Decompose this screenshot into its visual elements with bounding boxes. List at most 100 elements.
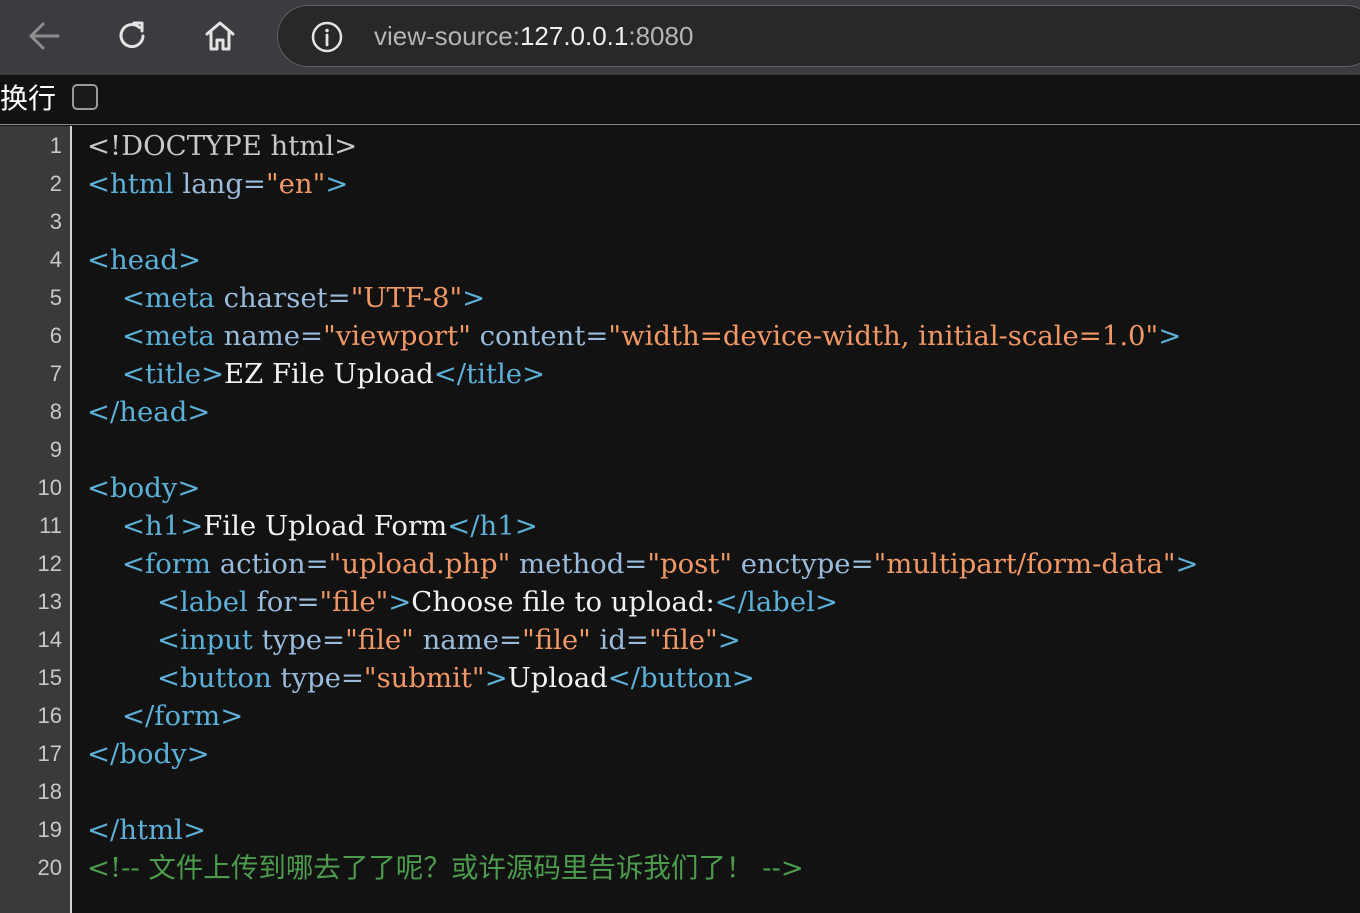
code-token-tag: > bbox=[462, 282, 486, 314]
back-button[interactable] bbox=[20, 12, 68, 60]
code-token-attr: enctype= bbox=[731, 548, 874, 580]
line-wrap-checkbox[interactable] bbox=[72, 84, 98, 110]
source-line: 18 bbox=[0, 773, 1360, 811]
source-line: 14 <input type="file" name="file" id="fi… bbox=[0, 621, 1360, 659]
line-content: <!DOCTYPE html> bbox=[87, 127, 357, 165]
code-token-tag: <h1> bbox=[121, 510, 204, 542]
line-content: </html> bbox=[87, 811, 206, 849]
address-url[interactable]: view-source:127.0.0.1:8080 bbox=[374, 20, 693, 52]
code-token-tag: > bbox=[1158, 320, 1182, 352]
line-wrap-bar: 换行 bbox=[0, 75, 1360, 125]
code-token-tag: <body> bbox=[87, 472, 201, 504]
code-token-tag: <meta bbox=[121, 320, 224, 352]
code-token-tag: </h1> bbox=[447, 510, 538, 542]
reload-button[interactable] bbox=[108, 12, 156, 60]
home-icon bbox=[205, 21, 235, 51]
line-number: 20 bbox=[37, 855, 62, 880]
line-content: <title>EZ File Upload</title> bbox=[87, 355, 545, 393]
code-token-tag: <meta bbox=[121, 282, 224, 314]
source-line: 6 <meta name="viewport" content="width=d… bbox=[0, 317, 1360, 355]
browser-toolbar: view-source:127.0.0.1:8080 bbox=[0, 0, 1360, 75]
code-token-tag: </title> bbox=[433, 358, 546, 390]
code-token-val: "en" bbox=[265, 168, 326, 200]
line-content: <input type="file" name="file" id="file"… bbox=[87, 621, 741, 659]
info-icon[interactable] bbox=[310, 20, 344, 54]
code-token-doctype: <!DOCTYPE html> bbox=[87, 130, 358, 162]
source-line: 19 </html> bbox=[0, 811, 1360, 849]
line-number: 18 bbox=[37, 779, 62, 804]
source-line: 12 <form action="upload.php" method="pos… bbox=[0, 545, 1360, 583]
code-token-attr: name= bbox=[413, 624, 523, 656]
line-number: 14 bbox=[37, 627, 62, 652]
line-number: 15 bbox=[37, 665, 62, 690]
code-token-val: "viewport" bbox=[323, 320, 471, 352]
code-token-attr: type= bbox=[280, 662, 364, 694]
source-line: 15 <button type="submit">Upload</button> bbox=[0, 659, 1360, 697]
code-token-val: "multipart/form-data" bbox=[873, 548, 1176, 580]
code-token-tag: </body> bbox=[87, 738, 210, 770]
code-token-val: "file" bbox=[319, 586, 389, 618]
code-token-tag: <head> bbox=[87, 244, 202, 276]
code-token-attr: method= bbox=[510, 548, 648, 580]
line-content: <meta charset="UTF-8"> bbox=[87, 279, 485, 317]
code-token-tag: > bbox=[717, 624, 741, 656]
line-content: </head> bbox=[87, 393, 210, 431]
line-number: 2 bbox=[49, 171, 62, 196]
code-token-tag: <title> bbox=[121, 358, 225, 390]
line-number: 3 bbox=[49, 209, 62, 234]
code-token-attr: type= bbox=[261, 624, 346, 656]
code-token-text: Choose file to upload: bbox=[411, 586, 715, 618]
line-number: 4 bbox=[49, 247, 62, 272]
code-token-val: "width=device-width, initial-scale=1.0" bbox=[608, 320, 1159, 352]
code-token-val: "UTF-8" bbox=[350, 282, 463, 314]
line-content: <form action="upload.php" method="post" … bbox=[87, 545, 1199, 583]
source-view: 1 <!DOCTYPE html> 2 <html lang="en"> 3 4 <head… bbox=[0, 126, 1360, 913]
line-number: 9 bbox=[49, 437, 62, 462]
line-number: 8 bbox=[49, 399, 62, 424]
source-line: 4 <head> bbox=[0, 241, 1360, 279]
line-content: <button type="submit">Upload</button> bbox=[87, 659, 755, 697]
line-number: 7 bbox=[49, 361, 62, 386]
source-line: 20 <!-- 文件上传到哪去了了呢？或许源码里告诉我们了！ --> bbox=[0, 849, 1360, 887]
line-number: 6 bbox=[49, 323, 62, 348]
code-token-tag: > bbox=[325, 168, 349, 200]
code-token-val: "submit" bbox=[363, 662, 485, 694]
line-number: 1 bbox=[49, 133, 62, 158]
line-content: <h1>File Upload Form</h1> bbox=[87, 507, 538, 545]
code-token-tag: </form> bbox=[121, 700, 244, 732]
code-token-text: EZ File Upload bbox=[224, 358, 434, 390]
code-token-attr: action= bbox=[219, 548, 329, 580]
code-token-tag: <form bbox=[121, 548, 220, 580]
source-line: 13 <label for="file">Choose file to uplo… bbox=[0, 583, 1360, 621]
code-token-val: "file" bbox=[345, 624, 414, 656]
url-scheme: view-source: bbox=[374, 21, 520, 51]
code-token-attr: content= bbox=[470, 320, 609, 352]
line-number: 10 bbox=[37, 475, 62, 500]
source-line: 10 <body> bbox=[0, 469, 1360, 507]
line-number: 13 bbox=[37, 589, 62, 614]
code-token-tag: > bbox=[1175, 548, 1199, 580]
address-bar[interactable]: view-source:127.0.0.1:8080 bbox=[277, 5, 1360, 67]
line-content: <!-- 文件上传到哪去了了呢？或许源码里告诉我们了！ --> bbox=[87, 849, 804, 887]
line-content: </body> bbox=[87, 735, 210, 773]
line-number: 11 bbox=[39, 513, 62, 538]
home-button[interactable] bbox=[196, 12, 244, 60]
code-token-val: "upload.php" bbox=[328, 548, 511, 580]
line-number: 19 bbox=[37, 817, 62, 842]
code-token-tag: <label bbox=[156, 586, 257, 618]
line-number: 17 bbox=[37, 741, 62, 766]
code-token-tag: > bbox=[484, 662, 508, 694]
code-token-tag: </button> bbox=[607, 662, 755, 694]
url-port: :8080 bbox=[628, 21, 694, 51]
code-token-comment: <!-- 文件上传到哪去了了呢？或许源码里告诉我们了！ --> bbox=[87, 852, 804, 884]
code-token-tag: </html> bbox=[87, 814, 206, 846]
source-line: 7 <title>EZ File Upload</title> bbox=[0, 355, 1360, 393]
